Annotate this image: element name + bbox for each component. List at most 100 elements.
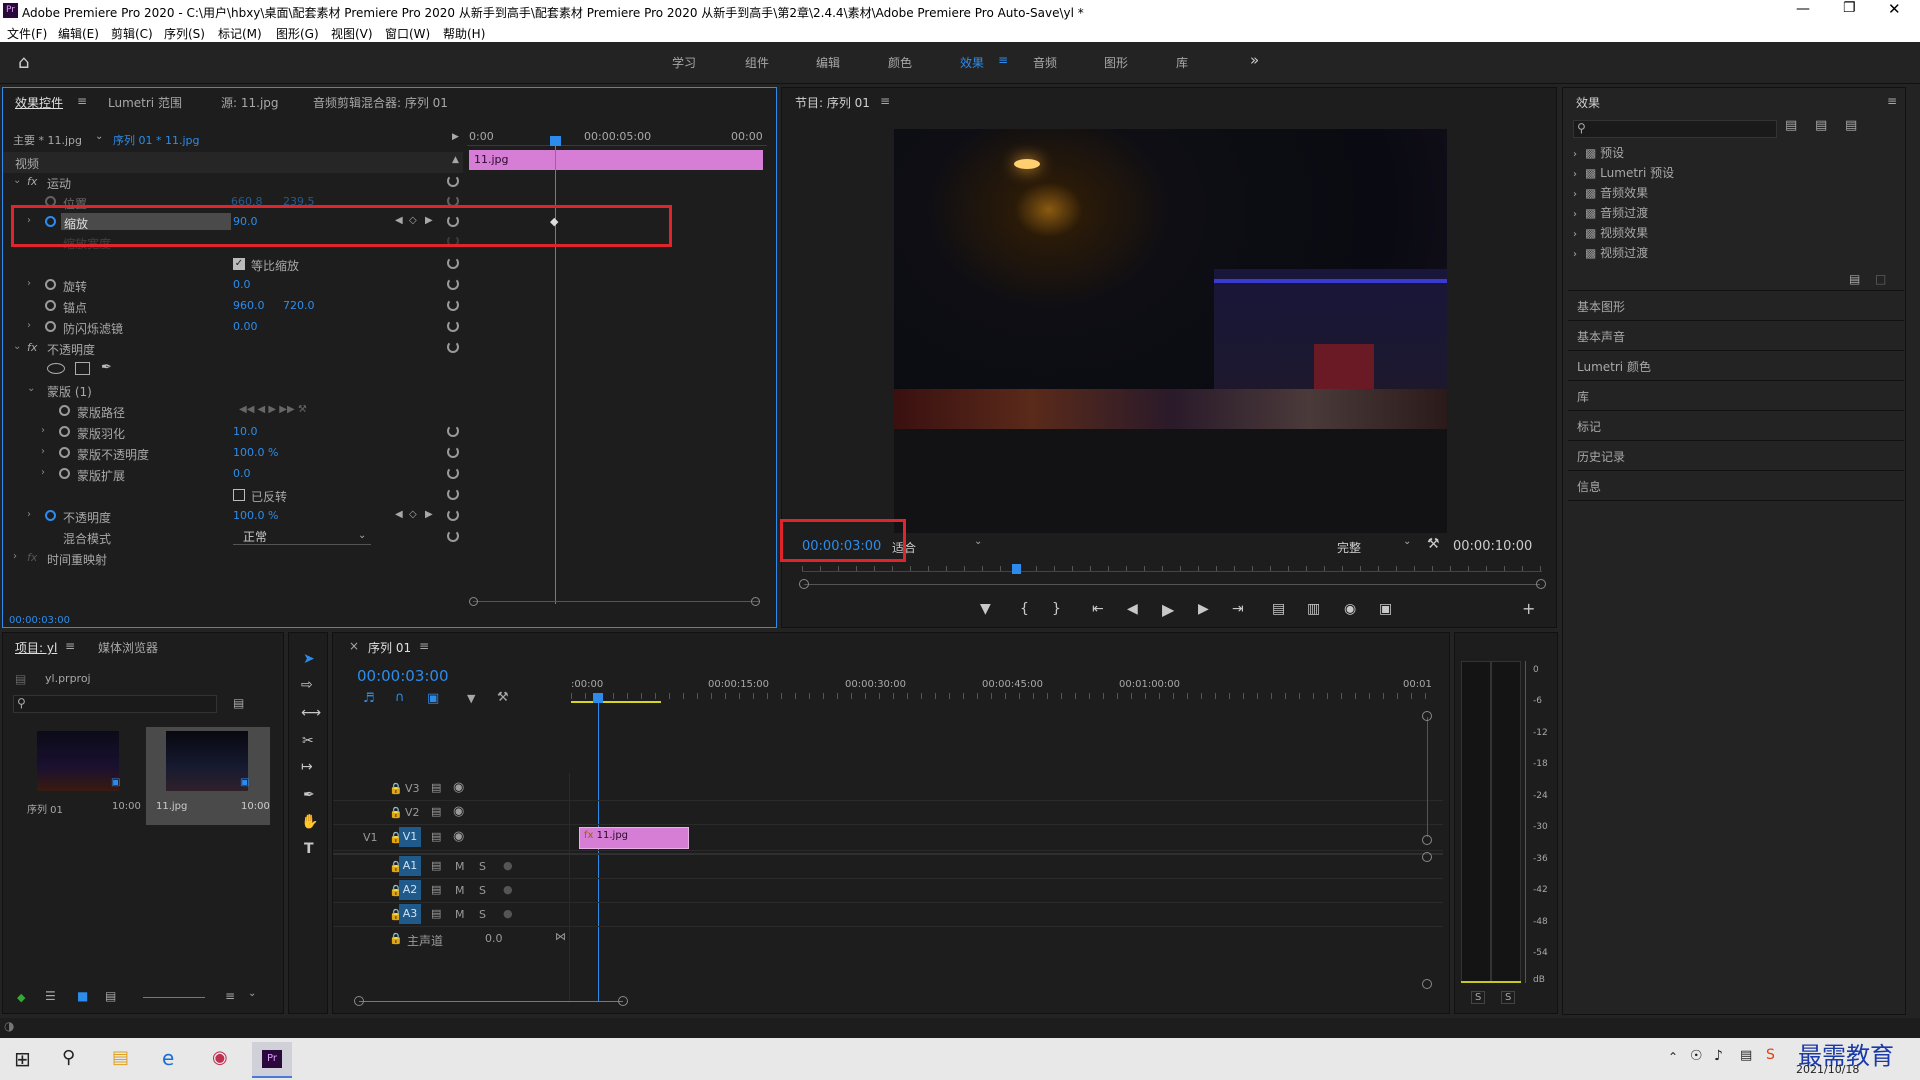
linked-selection-icon[interactable]: ▣ [427,691,439,706]
panel-libraries[interactable]: 库 [1577,388,1589,405]
source-patch[interactable]: V1 [363,831,378,844]
new-search-bin-icon[interactable]: ▤ [233,696,244,710]
stopwatch-icon[interactable] [59,447,70,458]
tree-item-lumetri-presets[interactable]: › ▩ Lumetri 预设 [1573,164,1674,181]
tab-source[interactable]: 源: 11.jpg [221,94,279,111]
lock-icon[interactable]: 🔒 [389,932,403,945]
step-back-icon[interactable]: ◀ [1127,601,1138,617]
menu-help[interactable]: 帮助(H) [443,25,485,42]
selection-tool-icon[interactable]: ➤ [303,651,315,667]
ec-clip-bar[interactable]: 11.jpg [469,150,763,170]
track-a2[interactable]: 🔒 A2 ▤ M S ● [333,879,1443,903]
tray-chevron-icon[interactable]: ⌃ [1668,1050,1678,1064]
close-tab-icon[interactable]: × [349,639,359,653]
menu-file[interactable]: 文件(F) [7,25,47,42]
time-remap-row[interactable]: › fx 时间重映射 [3,548,463,569]
add-marker-icon[interactable]: ▼ [467,692,475,705]
menu-window[interactable]: 窗口(W) [385,25,430,42]
ws-libraries[interactable]: 库 [1176,54,1188,71]
new-bin-icon[interactable]: ▤ [1849,272,1860,286]
home-icon[interactable]: ⌂ [18,52,29,73]
panel-lumetri-color[interactable]: Lumetri 颜色 [1577,358,1651,375]
maximize-button[interactable]: ❐ [1843,0,1856,16]
inverted-row[interactable]: 已反转 [3,485,463,506]
scroll-handle[interactable] [1422,835,1432,845]
ws-graphics[interactable]: 图形 [1104,54,1128,71]
reset-icon[interactable] [447,257,459,269]
track-name-active[interactable]: A3 [399,904,421,924]
scroll-handle[interactable] [469,597,478,606]
menu-clip[interactable]: 剪辑(C) [111,25,153,42]
reset-icon[interactable] [447,446,459,458]
sort-icon[interactable]: ≡ [225,989,235,1003]
tab-menu-icon[interactable]: ≡ [419,639,429,653]
zoom-bar[interactable] [804,584,1540,585]
tab-lumetri-scopes[interactable]: Lumetri 范围 [108,94,182,111]
volume-icon[interactable]: ♪ [1714,1048,1723,1064]
lock-icon[interactable]: 🔒 [389,782,403,795]
film-icon[interactable]: ▤ [431,830,441,843]
blend-mode-row[interactable]: 混合模式 正常 ⌄ [3,527,463,548]
v-scrollbar[interactable] [1427,717,1428,837]
sogou-icon[interactable]: S [1766,1047,1775,1063]
wrench-icon[interactable]: ⚒ [1427,536,1440,552]
zoom-slider[interactable] [143,997,205,998]
reset-icon[interactable] [447,509,459,521]
go-to-in-icon[interactable]: ⇤ [1092,601,1104,617]
eye-icon[interactable]: ◉ [453,804,464,819]
mask-feather-row[interactable]: › 蒙版羽化 10.0 [3,422,463,443]
reset-icon[interactable] [447,278,459,290]
track-v2[interactable]: 🔒 V2 ▤ ◉ [333,801,1443,825]
scroll-handle[interactable] [751,597,760,606]
panel-essential-sound[interactable]: 基本声音 [1577,328,1625,345]
track-select-tool-icon[interactable]: ⇨ [301,677,313,693]
inverted-checkbox[interactable] [233,489,245,501]
tab-project[interactable]: 项目: yl [15,639,57,656]
windows-start-icon[interactable]: ⊞ [14,1047,31,1071]
search-icon[interactable]: ⚲ [62,1047,75,1068]
solo-left-button[interactable]: S [1471,991,1486,1004]
reset-icon[interactable] [447,467,459,479]
snap-icon[interactable]: ∩ [395,690,405,705]
camera-icon[interactable]: ◉ [1344,601,1356,617]
app-icon[interactable]: ◉ [212,1047,228,1068]
panel-markers[interactable]: 标记 [1577,418,1601,435]
explorer-icon[interactable]: ▤ [112,1047,129,1068]
step-forward-icon[interactable]: ▶ [1198,601,1209,617]
solo-right-button[interactable]: S [1501,991,1516,1004]
nest-icon[interactable]: ♬ [363,691,375,706]
reset-icon[interactable] [447,299,459,311]
chevron-down-icon[interactable]: ⌄ [248,988,256,999]
reset-icon[interactable] [447,425,459,437]
mute-button[interactable]: M [455,908,465,921]
slip-tool-icon[interactable]: ↦ [301,759,313,775]
track-a1[interactable]: 🔒 A1 ▤ M S ● [333,855,1443,879]
track-master[interactable]: 🔒 主声道 0.0 ⋈ [333,927,1443,951]
hand-tool-icon[interactable]: ✋ [301,814,318,830]
scroll-handle[interactable] [354,996,364,1006]
tree-item-video-transitions[interactable]: › ▩ 视频过渡 [1573,244,1648,261]
program-menu-icon[interactable]: ≡ [880,94,890,108]
extract-icon[interactable]: ▥ [1307,601,1320,617]
stopwatch-icon[interactable] [45,300,56,311]
tree-item-audio-effects[interactable]: › ▩ 音频效果 [1573,184,1648,201]
go-to-out-icon[interactable]: ⇥ [1232,601,1244,617]
blend-mode-select[interactable]: 正常 [233,528,371,545]
timeline-clip[interactable]: fx 11.jpg [579,827,689,849]
rectangle-mask-icon[interactable] [75,362,90,375]
track-name-active[interactable]: A2 [399,880,421,900]
chevron-down-icon[interactable]: ⌄ [95,131,103,142]
ws-learn[interactable]: 学习 [672,54,696,71]
tab-menu-icon[interactable]: ≡ [65,639,75,653]
razor-tool-icon[interactable]: ✂ [302,733,314,749]
collapse-arrow-icon[interactable]: ▶ [452,132,459,142]
motion-row[interactable]: ⌄ fx 运动 [3,172,463,193]
tab-sequence[interactable]: 序列 01 [368,639,411,656]
icon-view-icon[interactable]: ■ [77,989,88,1003]
track-v3[interactable]: 🔒 V3 ▤ ◉ [333,777,1443,801]
h-scrollbar[interactable] [359,1001,623,1002]
scroll-handle[interactable] [618,996,628,1006]
stopwatch-icon[interactable] [45,321,56,332]
lift-icon[interactable]: ▤ [1272,601,1285,617]
mark-out-icon[interactable]: } [1052,601,1061,617]
